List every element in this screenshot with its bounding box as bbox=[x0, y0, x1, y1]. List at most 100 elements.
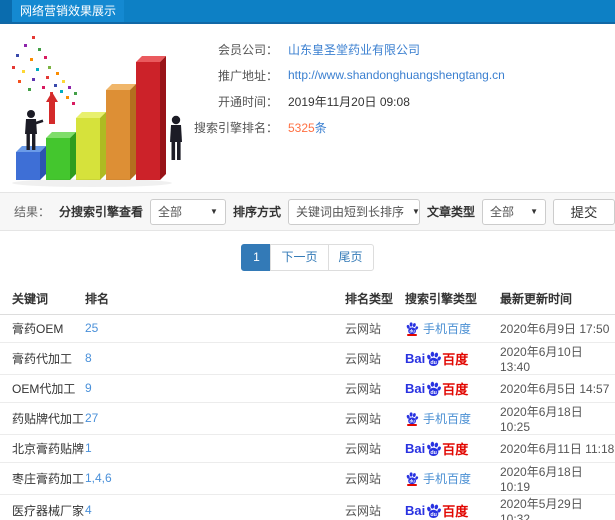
pagination: 1 下一页 尾页 bbox=[241, 243, 374, 271]
rank-link[interactable]: 4 bbox=[85, 503, 92, 517]
svg-text:du: du bbox=[431, 359, 437, 365]
info-row-rank-count: 搜索引擎排名： 5325条 bbox=[192, 114, 615, 140]
promo-url-link[interactable]: http://www.shandonghuangshengtang.cn bbox=[288, 68, 505, 82]
rank-count-suffix: 条 bbox=[314, 120, 327, 135]
keyword-cell: 膏药OEM bbox=[0, 314, 85, 343]
company-label: 会员公司： bbox=[217, 42, 278, 57]
table-row: 膏药OEM 25 云网站 du 手机百度 2020年6月9日 17:50 bbox=[0, 314, 615, 343]
baidu-paw-icon: du bbox=[427, 503, 442, 518]
table-row: 北京膏药贴牌 1 云网站 Bai du 百度 2020年6月11日 11:18 bbox=[0, 434, 615, 463]
updated-time-cell: 2020年5月29日 10:32 bbox=[495, 494, 615, 520]
svg-text:du: du bbox=[431, 511, 437, 517]
rank-type-cell: 云网站 bbox=[337, 494, 397, 520]
updated-time-cell: 2020年6月10日 13:40 bbox=[495, 342, 615, 375]
col-header-updated: 最新更新时间 bbox=[495, 283, 615, 315]
result-label: 结果： bbox=[14, 205, 51, 219]
engine-type-cell: Bai du 百度 bbox=[397, 374, 495, 403]
table-row: 医疗器械厂家 4 云网站 Bai du 百度 2020年5月29日 10:32 bbox=[0, 494, 615, 520]
company-link[interactable]: 山东皇圣堂药业有限公司 bbox=[288, 41, 420, 58]
rank-cell: 1 bbox=[85, 434, 337, 463]
engine-type-cell: Bai du 百度 bbox=[397, 494, 495, 520]
baidu-paw-icon: du bbox=[406, 411, 419, 424]
table-row: 膏药代加工 8 云网站 Bai du 百度 2020年6月10日 13:40 bbox=[0, 342, 615, 375]
filter-controls: 分搜索引擎查看 全部 ▼ 排序方式 关键词由短到长排序 ▼ 文章类型 全部 ▼ … bbox=[58, 198, 615, 225]
baidu-logo: Bai du 百度 bbox=[405, 439, 495, 458]
page-1-button[interactable]: 1 bbox=[241, 243, 272, 271]
keyword-ranking-table: 关键词 排名 排名类型 搜索引擎类型 最新更新时间 膏药OEM 25 云网站 du 手机… bbox=[0, 283, 615, 520]
rank-link[interactable]: 1,4,6 bbox=[85, 471, 112, 485]
engine-filter-select[interactable]: 全部 ▼ bbox=[149, 198, 226, 225]
rank-type-cell: 云网站 bbox=[337, 462, 397, 495]
info-row-open-time: 开通时间： 2019年11月20日 09:08 bbox=[192, 88, 615, 114]
article-type-label: 文章类型 bbox=[426, 205, 475, 219]
submit-button[interactable]: 提交 bbox=[553, 198, 615, 225]
engine-filter-value: 全部 bbox=[157, 205, 182, 219]
engine-type-cell: Bai du 百度 bbox=[397, 342, 495, 375]
tab-marketing-effect[interactable]: 网络营销效果展示 bbox=[12, 0, 125, 22]
rank-link[interactable]: 9 bbox=[85, 381, 92, 395]
confetti-dots bbox=[12, 36, 77, 105]
baidu-paw-icon: du bbox=[427, 351, 442, 366]
keyword-cell: 药贴牌代加工 bbox=[0, 402, 85, 435]
table-row: 枣庄膏药加工 1,4,6 云网站 du 手机百度 2020年6月18日 10:19 bbox=[0, 462, 615, 495]
rank-link[interactable]: 27 bbox=[85, 411, 98, 425]
rank-link[interactable]: 25 bbox=[85, 321, 98, 335]
businessman-left bbox=[25, 110, 44, 150]
info-row-company: 会员公司： 山东皇圣堂药业有限公司 bbox=[192, 36, 615, 62]
keyword-cell: 膏药代加工 bbox=[0, 342, 85, 375]
updated-time-cell: 2020年6月9日 17:50 bbox=[495, 314, 615, 343]
baidu-logo-text-bai: Bai bbox=[405, 502, 426, 518]
next-page-button[interactable]: 下一页 bbox=[270, 243, 329, 271]
col-header-engine-type: 搜索引擎类型 bbox=[397, 283, 495, 315]
baidu-paw-icon: du bbox=[406, 321, 419, 334]
article-type-select[interactable]: 全部 ▼ bbox=[482, 198, 546, 225]
baidu-logo: Bai du 百度 bbox=[405, 501, 495, 520]
baidu-logo-text-bai: Bai bbox=[405, 380, 426, 396]
sort-filter-value: 关键词由短到长排序 bbox=[295, 205, 404, 219]
baidu-logo-text-cn: 百度 bbox=[442, 381, 469, 397]
businessman-right bbox=[170, 115, 182, 160]
rank-type-cell: 云网站 bbox=[337, 342, 397, 375]
svg-text:du: du bbox=[431, 389, 437, 395]
svg-text:du: du bbox=[409, 478, 415, 483]
updated-time-cell: 2020年6月5日 14:57 bbox=[495, 374, 615, 403]
updated-time-cell: 2020年6月18日 10:25 bbox=[495, 402, 615, 435]
col-header-keyword: 关键词 bbox=[0, 283, 85, 315]
baidu-logo: Bai du 百度 bbox=[405, 349, 495, 368]
table-row: OEM代加工 9 云网站 Bai du 百度 2020年6月5日 14:57 bbox=[0, 374, 615, 403]
engine-type-cell: du 手机百度 bbox=[397, 314, 495, 343]
last-page-button[interactable]: 尾页 bbox=[327, 243, 374, 271]
info-row-url: 推广地址： http://www.shandonghuangshengtang.… bbox=[192, 62, 615, 88]
engine-type-cell: du 手机百度 bbox=[397, 462, 495, 495]
baidu-logo-text-bai: Bai bbox=[405, 440, 426, 456]
chevron-down-icon: ▼ bbox=[530, 207, 538, 216]
top-nav-bar: 网络营销效果展示 bbox=[0, 0, 615, 24]
engine-filter-label: 分搜索引擎查看 bbox=[58, 205, 143, 219]
keyword-cell: 医疗器械厂家 bbox=[0, 494, 85, 520]
filter-bar: 结果： 分搜索引擎查看 全部 ▼ 排序方式 关键词由短到长排序 ▼ 文章类型 全… bbox=[0, 192, 615, 231]
account-info-form: 会员公司： 山东皇圣堂药业有限公司 推广地址： http://www.shand… bbox=[192, 24, 615, 192]
sort-filter-label: 排序方式 bbox=[232, 205, 281, 219]
rank-count-label: 搜索引擎排名： bbox=[193, 120, 278, 135]
svg-text:du: du bbox=[409, 328, 415, 333]
mobile-baidu-icon: du bbox=[405, 411, 419, 426]
mobile-baidu-label: 手机百度 bbox=[423, 471, 472, 486]
mobile-baidu-icon: du bbox=[405, 321, 419, 336]
bar-chart-illustration bbox=[12, 36, 182, 187]
sort-filter-select[interactable]: 关键词由短到长排序 ▼ bbox=[287, 198, 420, 225]
account-info-section: 会员公司： 山东皇圣堂药业有限公司 推广地址： http://www.shand… bbox=[0, 24, 615, 192]
pagination-wrap: 1 下一页 尾页 bbox=[0, 231, 615, 283]
rank-cell: 9 bbox=[85, 374, 337, 403]
open-time-value: 2019年11月20日 09:08 bbox=[288, 94, 410, 109]
mobile-baidu-label: 手机百度 bbox=[423, 321, 472, 336]
rank-type-cell: 云网站 bbox=[337, 434, 397, 463]
col-header-rank: 排名 bbox=[85, 283, 337, 315]
rank-link[interactable]: 8 bbox=[85, 351, 92, 365]
rank-cell: 27 bbox=[85, 402, 337, 435]
mobile-baidu-logo: du 手机百度 bbox=[405, 470, 495, 487]
baidu-paw-icon: du bbox=[427, 441, 442, 456]
mobile-baidu-logo: du 手机百度 bbox=[405, 320, 495, 337]
rank-cell: 25 bbox=[85, 314, 337, 343]
rank-link[interactable]: 1 bbox=[85, 441, 92, 455]
rank-type-cell: 云网站 bbox=[337, 402, 397, 435]
